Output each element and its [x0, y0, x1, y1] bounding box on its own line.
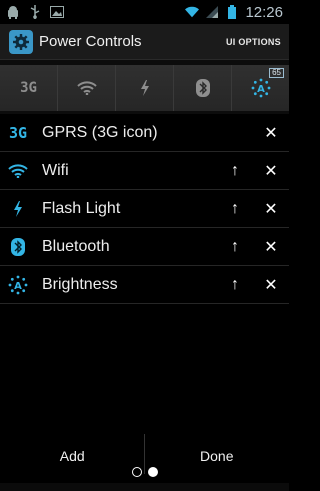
widget-preview: 3G A 65: [0, 60, 289, 114]
remove-button[interactable]: ✕: [253, 190, 289, 228]
usb-icon: [28, 5, 42, 19]
remove-button[interactable]: ✕: [253, 114, 289, 152]
ui-options-button[interactable]: UI OPTIONS: [226, 37, 281, 47]
item-label: Bluetooth: [42, 237, 110, 255]
remove-button[interactable]: ✕: [253, 228, 289, 266]
page-dot-active[interactable]: [147, 467, 158, 477]
close-icon: ✕: [264, 276, 278, 294]
widget-bluetooth-button[interactable]: [173, 65, 231, 111]
gear-icon[interactable]: [9, 29, 33, 54]
battery-icon: [225, 5, 239, 19]
item-label: Flash Light: [42, 199, 121, 217]
bluetooth-icon: [195, 79, 210, 97]
signal-icon: [205, 5, 219, 19]
close-icon: ✕: [264, 200, 278, 218]
arrow-up-icon: ↑: [231, 275, 239, 293]
android-icon: [6, 5, 20, 19]
bluetooth-icon: [6, 235, 30, 259]
arrow-up-icon: ↑: [231, 161, 239, 179]
item-label: Wifi: [42, 161, 69, 179]
item-label: Brightness: [42, 275, 118, 293]
list-item: A Brightness ↑ ✕: [0, 266, 289, 304]
clock: 12:26: [245, 3, 283, 21]
list-item: Wifi ↑ ✕: [0, 152, 289, 190]
remove-button[interactable]: ✕: [253, 152, 289, 190]
status-bar: 12:26: [0, 0, 289, 24]
power-controls-list: 3G GPRS (3G icon) ✕ Wifi ↑ ✕ Flash Light…: [0, 114, 289, 304]
move-up-button[interactable]: ↑: [217, 266, 253, 304]
image-icon: [50, 5, 64, 19]
close-icon: ✕: [264, 162, 278, 180]
move-up-button[interactable]: ↑: [217, 152, 253, 190]
move-up-button[interactable]: ↑: [217, 190, 253, 228]
app-title: Power Controls: [39, 33, 142, 50]
item-label: GPRS (3G icon): [42, 123, 158, 141]
screen: 12:26 Power Controls UI OPTIONS 3G A 65 …: [0, 0, 289, 491]
page-indicator: [0, 464, 289, 480]
close-icon: ✕: [264, 238, 278, 256]
close-icon: ✕: [264, 124, 278, 142]
wifi-icon: [6, 159, 30, 183]
page-dot[interactable]: [131, 467, 142, 477]
brightness-icon: A: [251, 78, 270, 98]
list-item: Flash Light ↑ ✕: [0, 190, 289, 228]
action-bar: Power Controls UI OPTIONS: [0, 24, 289, 60]
3g-icon: 3G: [6, 121, 30, 145]
brightness-icon: A: [6, 273, 30, 297]
arrow-up-icon: ↑: [231, 199, 239, 217]
wifi-icon: [76, 81, 97, 95]
list-item: Bluetooth ↑ ✕: [0, 228, 289, 266]
navigation-bar: [0, 483, 289, 491]
battery-level-badge: 65: [269, 68, 284, 78]
remove-button[interactable]: ✕: [253, 266, 289, 304]
3g-icon: 3G: [20, 80, 37, 96]
svg-text:A: A: [14, 281, 22, 292]
arrow-up-icon: ↑: [231, 237, 239, 255]
flash-icon: [140, 80, 149, 96]
3g-icon-text: 3G: [8, 123, 28, 142]
svg-text:A: A: [257, 84, 265, 95]
widget-brightness-button[interactable]: A 65: [231, 65, 289, 111]
widget-3g-button[interactable]: 3G: [0, 65, 57, 111]
wifi-icon: [185, 5, 200, 19]
list-item: 3G GPRS (3G icon) ✕: [0, 114, 289, 152]
move-up-button[interactable]: ↑: [217, 228, 253, 266]
flash-icon: [6, 197, 30, 221]
power-widget: 3G A 65: [0, 65, 289, 111]
widget-flash-button[interactable]: [115, 65, 173, 111]
widget-wifi-button[interactable]: [57, 65, 115, 111]
